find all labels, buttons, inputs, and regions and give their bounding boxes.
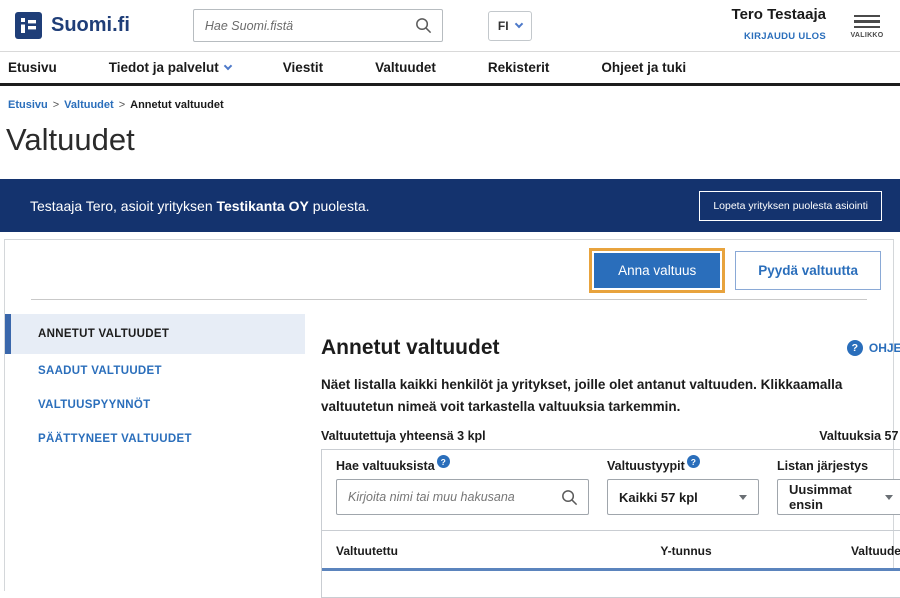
sort-filter: Listan järjestys Uusimmat ensin [777, 459, 900, 515]
page-title: Valtuudet [6, 121, 892, 158]
mandate-search-input[interactable] [346, 489, 560, 505]
acting-on-behalf-banner: Testaaja Tero, asioit yrityksen Testikan… [0, 179, 900, 232]
type-filter: Valtuustyypit ? Kaikki 57 kpl [607, 459, 759, 515]
list-sort-value: Uusimmat ensin [789, 482, 885, 512]
type-filter-label: Valtuustyypit [607, 459, 685, 473]
language-selector[interactable]: FI [488, 11, 532, 41]
help-link[interactable]: ? OHJEITA [847, 340, 900, 356]
breadcrumb: Etusivu > Valtuudet > Annetut valtuudet [8, 99, 892, 111]
logout-link[interactable]: KIRJAUDU ULOS [744, 31, 826, 42]
chevron-down-icon [514, 20, 522, 28]
nav-item-ohjeet-ja-tuki[interactable]: Ohjeet ja tuki [601, 60, 686, 75]
help-icon[interactable]: ? [687, 455, 700, 468]
mandates-list-container: Hae valtuuksista ? [321, 449, 900, 598]
sidebar: ANNETUT VALTUUDET SAADUT VALTUUDET VALTU… [5, 314, 305, 598]
sidebar-item-paattyneet-valtuudet[interactable]: PÄÄTTYNEET VALTUUDET [5, 422, 305, 456]
main-content: Annetut valtuudet ? OHJEITA Näet listall… [305, 314, 900, 598]
user-block: Tero Testaaja KIRJAUDU ULOS [732, 6, 826, 45]
dropdown-arrow-icon [739, 495, 747, 500]
site-header: Suomi.fi FI Tero Testaaja KIRJAUDU ULOS … [0, 0, 900, 52]
total-mandatees: Valtuutettuja yhteensä 3 kpl [321, 429, 486, 443]
site-search[interactable] [193, 9, 443, 42]
section-title: Annetut valtuudet [321, 336, 500, 360]
search-icon[interactable] [414, 16, 433, 35]
menu-label: VALIKKO [846, 32, 888, 39]
company-name: Testikanta OY [217, 198, 309, 214]
breadcrumb-link-valtuudet[interactable]: Valtuudet [64, 99, 114, 111]
site-search-input[interactable] [203, 18, 414, 34]
sidebar-item-valtuuspyynnot[interactable]: VALTUUSPYYNNÖT [5, 388, 305, 422]
main-nav: Etusivu Tiedot ja palvelut Viestit Valtu… [0, 52, 900, 86]
filters-row: Hae valtuuksista ? [322, 450, 900, 531]
breadcrumb-separator: > [53, 99, 59, 111]
table-body [322, 571, 900, 597]
suomi-fi-logo[interactable]: Suomi.fi [15, 12, 130, 39]
content-panel: Anna valtuus Pyydä valtuutta ANNETUT VAL… [4, 239, 894, 591]
breadcrumb-separator: > [119, 99, 125, 111]
search-icon[interactable] [560, 488, 579, 507]
column-header-valtuudet: Valtuudet [791, 544, 900, 558]
user-name: Tero Testaaja [732, 6, 826, 25]
menu-button[interactable]: VALIKKO [846, 12, 888, 40]
give-mandate-button[interactable]: Anna valtuus [594, 253, 720, 288]
highlight-box: Anna valtuus [589, 248, 725, 293]
mandate-type-select[interactable]: Kaikki 57 kpl [607, 479, 759, 515]
chevron-down-icon [224, 62, 232, 70]
column-header-valtuutettu: Valtuutettu [336, 544, 660, 558]
table-header-row: Valtuutettu Y-tunnus Valtuudet [322, 531, 900, 568]
hamburger-icon [854, 15, 880, 18]
help-icon[interactable]: ? [437, 455, 450, 468]
logo-text: Suomi.fi [51, 14, 130, 37]
language-label: FI [498, 19, 509, 33]
sort-filter-label: Listan järjestys [777, 459, 868, 473]
help-label: OHJEITA [869, 341, 900, 355]
help-icon: ? [847, 340, 863, 356]
nav-item-tiedot-ja-palvelut[interactable]: Tiedot ja palvelut [109, 60, 231, 75]
banner-text: Testaaja Tero, asioit yrityksen Testikan… [30, 198, 370, 214]
stop-acting-on-behalf-button[interactable]: Lopeta yrityksen puolesta asiointi [699, 191, 882, 221]
sidebar-item-saadut-valtuudet[interactable]: SAADUT VALTUUDET [5, 354, 305, 388]
nav-item-etusivu[interactable]: Etusivu [8, 60, 57, 75]
total-mandates: Valtuuksia 57 kpl [819, 429, 900, 443]
search-filter: Hae valtuuksista ? [336, 459, 589, 515]
nav-item-valtuudet[interactable]: Valtuudet [375, 60, 436, 75]
list-sort-select[interactable]: Uusimmat ensin [777, 479, 900, 515]
dropdown-arrow-icon [885, 495, 893, 500]
actions-row: Anna valtuus Pyydä valtuutta [5, 240, 893, 299]
nav-item-viestit[interactable]: Viestit [283, 60, 323, 75]
suomi-fi-logo-icon [15, 12, 42, 39]
mandate-type-value: Kaikki 57 kpl [619, 490, 698, 505]
breadcrumb-link-etusivu[interactable]: Etusivu [8, 99, 48, 111]
request-mandate-button[interactable]: Pyydä valtuutta [735, 251, 881, 290]
section-description: Näet listalla kaikki henkilöt ja yrityks… [321, 374, 886, 417]
nav-item-rekisterit[interactable]: Rekisterit [488, 60, 550, 75]
breadcrumb-current: Annetut valtuudet [130, 99, 224, 111]
sidebar-item-annetut-valtuudet[interactable]: ANNETUT VALTUUDET [5, 314, 305, 354]
search-filter-label: Hae valtuuksista [336, 459, 435, 473]
column-header-y-tunnus: Y-tunnus [660, 544, 791, 558]
mandate-search-field[interactable] [336, 479, 589, 515]
